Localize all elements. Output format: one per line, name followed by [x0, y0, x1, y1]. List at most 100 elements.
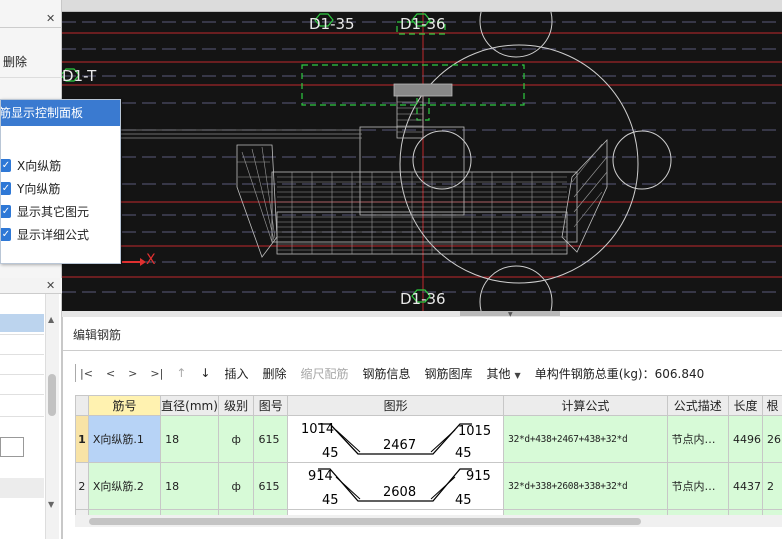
scroll-down-icon[interactable]: ▼: [48, 500, 54, 509]
rebar-display-control-panel: 筋显示控制面板 ✓ X向纵筋 ✓ Y向纵筋 ✓ 显示其它图元 ✓ 显示详细公式: [0, 99, 121, 264]
last-record-button[interactable]: >|: [150, 367, 163, 380]
count-cell[interactable]: 2: [762, 462, 782, 510]
option-show-detailed-formula[interactable]: ✓ 显示详细公式: [1, 225, 89, 243]
shape-cell[interactable]: 914 915 45 45 2608: [287, 462, 505, 510]
first-record-button[interactable]: |<: [80, 367, 93, 380]
option-y-rebar[interactable]: ✓ Y向纵筋: [1, 179, 60, 197]
shape-middle: 2608: [383, 485, 416, 500]
rebar-name-cell[interactable]: X向纵筋.1: [87, 415, 162, 463]
rebar-shape-diagram: 914 915 45 45 2608: [308, 468, 491, 508]
total-weight-label: 单构件钢筋总重(kg)：606.840: [534, 366, 705, 381]
list-item[interactable]: [0, 416, 44, 417]
axis-x-label: X: [146, 252, 156, 268]
shape-right-bottom: 45: [455, 446, 472, 461]
title-strip: [62, 0, 782, 12]
checkbox-checked-icon[interactable]: ✓: [1, 181, 11, 195]
scroll-up-icon[interactable]: ▲: [48, 315, 54, 324]
list-item-selected[interactable]: [0, 314, 44, 332]
col-header-rebar-no[interactable]: 筋号: [87, 395, 162, 416]
rebar-table: 筋号 直径(mm) 级别 图号 图形 计算公式 公式描述 长度 根 1 X向纵筋: [75, 395, 782, 517]
fig-no-cell[interactable]: 615: [253, 415, 289, 463]
panel-title: 编辑钢筋: [73, 328, 122, 342]
shape-right-top: 1015: [458, 424, 491, 439]
control-panel-title[interactable]: 筋显示控制面板: [1, 100, 120, 126]
col-header-shape[interactable]: 图形: [287, 395, 505, 416]
description-cell[interactable]: 节点内…: [666, 415, 730, 463]
divider: [63, 350, 782, 351]
option-show-other-elements[interactable]: ✓ 显示其它图元: [1, 202, 89, 220]
shape-left-bottom: 45: [322, 493, 339, 508]
length-cell[interactable]: 4496: [728, 415, 763, 463]
row-index[interactable]: 1: [75, 415, 89, 463]
shape-middle: 2467: [383, 438, 416, 453]
table-header-row: 筋号 直径(mm) 级别 图号 图形 计算公式 公式描述 长度 根: [75, 395, 782, 416]
checkbox-checked-icon[interactable]: ✓: [1, 227, 11, 241]
other-menu-button[interactable]: 其他 ▼: [487, 365, 521, 382]
col-header-count[interactable]: 根: [762, 395, 782, 416]
col-header-description[interactable]: 公式描述: [666, 395, 730, 416]
axis-label-d1-36-bottom: D1-36: [400, 290, 446, 308]
list-item[interactable]: [0, 394, 44, 395]
divider: [0, 77, 62, 78]
diameter-cell[interactable]: 18: [160, 415, 219, 463]
option-x-rebar[interactable]: ✓ X向纵筋: [1, 156, 61, 174]
formula-cell[interactable]: 32*d+338+2608+338+32*d: [503, 462, 668, 510]
col-header-fig-no[interactable]: 图号: [253, 395, 289, 416]
checkbox-checked-icon[interactable]: ✓: [1, 158, 11, 172]
col-header-grade[interactable]: 级别: [217, 395, 255, 416]
scale-rebar-button[interactable]: 缩尺配筋: [300, 365, 348, 382]
edit-toolbar: |< < > >| ↑ ↓ 插入 删除 缩尺配筋 钢筋信息 钢筋图库 其他 ▼ 单…: [75, 363, 718, 383]
toolbar-separator: [75, 364, 76, 382]
edit-rebar-panel: 编辑钢筋 |< < > >| ↑ ↓ 插入 删除 缩尺配筋 钢筋信息 钢筋图库 …: [62, 317, 782, 539]
axis-label-d1-35: D1-35: [309, 15, 355, 33]
delete-button[interactable]: 删除: [262, 365, 286, 382]
axis-label-d1-36-top: D1-36: [400, 15, 446, 33]
length-cell[interactable]: 4437: [728, 462, 763, 510]
col-header-length[interactable]: 长度: [728, 395, 763, 416]
table-row[interactable]: 1 X向纵筋.1 18 ф 615 1014 1015 45 45 2467 3…: [75, 415, 782, 463]
rebar-info-button[interactable]: 钢筋信息: [362, 365, 410, 382]
row-index[interactable]: 2: [75, 462, 89, 510]
rebar-library-button[interactable]: 钢筋图库: [425, 365, 473, 382]
count-cell[interactable]: 26: [762, 415, 782, 463]
horizontal-scrollbar[interactable]: [75, 515, 782, 527]
close-icon[interactable]: ✕: [46, 279, 55, 292]
diameter-cell[interactable]: 18: [160, 462, 219, 510]
col-header-diameter[interactable]: 直径(mm): [160, 395, 219, 416]
axis-label-d1-t: D1-T: [62, 67, 97, 85]
corner-cell: [75, 395, 89, 416]
list-item[interactable]: [0, 478, 44, 498]
input-box[interactable]: [0, 437, 24, 457]
move-up-button[interactable]: ↑: [176, 366, 186, 380]
delete-button[interactable]: 删除: [3, 53, 27, 70]
formula-cell[interactable]: 32*d+438+2467+438+32*d: [503, 415, 668, 463]
list-item[interactable]: [0, 334, 44, 335]
shape-right-bottom: 45: [455, 493, 472, 508]
chevron-down-icon: ▼: [514, 370, 521, 380]
fig-no-cell[interactable]: 615: [253, 462, 289, 510]
shape-left-top: 914: [308, 469, 333, 484]
close-icon[interactable]: ✕: [46, 12, 55, 25]
list-item[interactable]: [0, 354, 44, 355]
description-cell[interactable]: 节点内…: [666, 462, 730, 510]
checkbox-checked-icon[interactable]: ✓: [1, 204, 11, 218]
list-item[interactable]: [0, 374, 44, 375]
cad-canvas[interactable]: D1-35 D1-36 D1-T D1-36 X: [62, 12, 782, 311]
scrollbar-thumb[interactable]: [89, 518, 641, 525]
shape-left-bottom: 45: [322, 446, 339, 461]
move-down-button[interactable]: ↓: [200, 366, 210, 380]
shape-right-top: 915: [466, 469, 491, 484]
col-header-formula[interactable]: 计算公式: [503, 395, 668, 416]
divider: [0, 27, 62, 28]
grade-cell[interactable]: ф: [217, 415, 255, 463]
next-record-button[interactable]: >: [128, 367, 137, 380]
shape-cell[interactable]: 1014 1015 45 45 2467: [287, 415, 505, 463]
rebar-name-cell[interactable]: X向纵筋.2: [87, 462, 162, 510]
scrollbar-thumb[interactable]: [48, 374, 56, 416]
grade-cell[interactable]: ф: [217, 462, 255, 510]
shape-left-top: 1014: [301, 422, 334, 437]
table-row[interactable]: 2 X向纵筋.2 18 ф 615 914 915 45 45 2608 32*…: [75, 462, 782, 510]
prev-record-button[interactable]: <: [106, 367, 115, 380]
insert-button[interactable]: 插入: [224, 365, 248, 382]
rebar-shape-diagram: 1014 1015 45 45 2467: [301, 422, 491, 461]
